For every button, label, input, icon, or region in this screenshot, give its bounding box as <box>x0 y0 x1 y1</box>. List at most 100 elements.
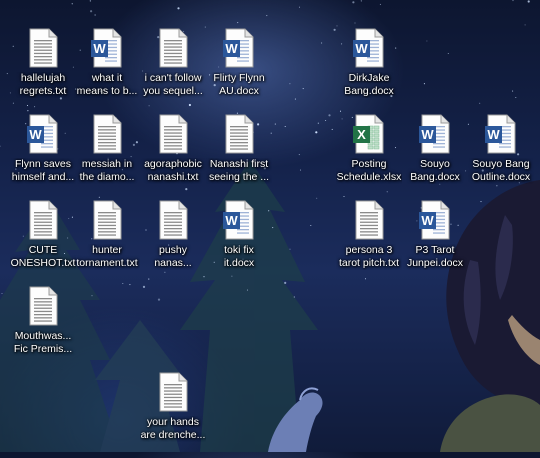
star <box>354 22 356 24</box>
desktop-icon-txt[interactable]: CUTE ONESHOT.txt <box>10 198 76 286</box>
desktop-icon-docx[interactable]: W Souyo Bang.docx <box>402 112 468 200</box>
star <box>515 96 517 99</box>
desktop-icon-label: your hands are drenche... <box>140 416 206 441</box>
text-file-icon <box>223 114 255 154</box>
star <box>331 128 333 130</box>
star <box>321 42 323 44</box>
star <box>157 298 161 301</box>
desktop-icon-label: hunter tornament.txt <box>76 244 138 269</box>
desktop-icon-label: Souyo Bang Outline.docx <box>471 158 531 183</box>
desktop-icon-txt[interactable]: pushy nanas... <box>140 198 206 286</box>
desktop-icon-docx[interactable]: W P3 Tarot Junpei.docx <box>402 198 468 286</box>
desktop-icon-label: hallelujah regrets.txt <box>19 72 67 97</box>
desktop-icon-txt[interactable]: Nanashi first seeing the ... <box>206 112 272 200</box>
desktop-icon-txt[interactable]: Mouthwas... Fic Premis... <box>10 284 76 372</box>
desktop-icon-txt[interactable]: persona 3 tarot pitch.txt <box>336 198 402 286</box>
text-file-icon <box>91 114 123 154</box>
star <box>293 296 295 298</box>
desktop-icon-txt[interactable]: hunter tornament.txt <box>74 198 140 286</box>
desktop-icon-txt[interactable]: hallelujah regrets.txt <box>10 26 76 114</box>
star <box>302 88 304 90</box>
word-document-icon: W <box>353 28 385 68</box>
star <box>272 227 274 229</box>
word-document-icon: W <box>419 114 451 154</box>
desktop-icon-label: Mouthwas... Fic Premis... <box>13 330 73 355</box>
star <box>298 6 301 8</box>
svg-text:W: W <box>225 41 238 56</box>
text-file-icon <box>91 200 123 240</box>
star <box>91 295 93 297</box>
desktop-icon-label: Flirty Flynn AU.docx <box>213 72 265 97</box>
star <box>1 292 3 295</box>
svg-text:W: W <box>225 213 238 228</box>
svg-text:W: W <box>355 41 368 56</box>
desktop-icon-docx[interactable]: W DirkJake Bang.docx <box>336 26 402 114</box>
star <box>289 83 291 85</box>
star <box>90 10 93 13</box>
star <box>512 0 514 2</box>
star <box>315 131 318 134</box>
text-file-icon <box>27 200 59 240</box>
desktop-icon-label: Flynn saves himself and... <box>11 158 75 183</box>
star <box>317 122 319 124</box>
word-document-icon: W <box>419 200 451 240</box>
star <box>246 289 249 291</box>
text-file-icon <box>353 200 385 240</box>
star <box>284 281 287 284</box>
svg-text:X: X <box>357 127 366 142</box>
desktop-icon-label: Nanashi first seeing the ... <box>208 158 270 183</box>
star <box>284 125 286 128</box>
desktop-icon-label: what it means to b... <box>76 72 138 97</box>
star <box>6 73 8 75</box>
word-document-icon: W <box>27 114 59 154</box>
star <box>423 83 425 85</box>
desktop-icon-txt[interactable]: your hands are drenche... <box>140 370 206 458</box>
text-file-icon <box>157 372 189 412</box>
star <box>266 15 268 17</box>
star <box>360 0 362 2</box>
star <box>527 0 530 3</box>
star <box>71 3 73 5</box>
star <box>294 98 296 100</box>
text-file-icon <box>157 114 189 154</box>
desktop-icon-label: i can't follow you sequel... <box>143 72 203 97</box>
svg-text:W: W <box>487 127 500 142</box>
desktop-icon-txt[interactable]: agoraphobic nanashi.txt <box>140 112 206 200</box>
star <box>325 119 327 122</box>
star <box>177 7 180 10</box>
star <box>237 22 239 24</box>
desktop-icon-label: Posting Schedule.xlsx <box>336 158 402 183</box>
star <box>0 145 1 147</box>
star <box>299 169 302 171</box>
desktop-icon-txt[interactable]: messiah in the diamo... <box>74 112 140 200</box>
star <box>352 1 355 4</box>
desktop-icon-docx[interactable]: W Souyo Bang Outline.docx <box>468 112 534 200</box>
star <box>94 14 96 16</box>
word-document-icon: W <box>485 114 517 154</box>
star <box>479 102 481 104</box>
desktop-icon-docx[interactable]: Wwhat it means to b... <box>74 26 140 114</box>
desktop-icon-label: agoraphobic nanashi.txt <box>144 158 202 183</box>
desktop-icon-docx[interactable]: W Flynn saves himself and... <box>10 112 76 200</box>
desktop-icon-xlsx[interactable]: X Posting Schedule.xlsx <box>336 112 402 200</box>
desktop-icon-docx[interactable]: W Flirty Flynn AU.docx <box>206 26 272 114</box>
svg-text:W: W <box>421 127 434 142</box>
desktop-icon-label: messiah in the diamo... <box>79 158 135 183</box>
star <box>379 3 381 5</box>
desktop-icon-docx[interactable]: Wtoki fix it.docx <box>206 198 272 286</box>
star <box>316 197 318 199</box>
star <box>512 90 514 92</box>
star <box>274 123 276 125</box>
svg-text:W: W <box>93 41 106 56</box>
text-file-icon <box>157 28 189 68</box>
svg-text:W: W <box>421 213 434 228</box>
star <box>298 154 300 156</box>
desktop-icon-label: CUTE ONESHOT.txt <box>10 244 76 269</box>
desktop-icon-txt[interactable]: i can't follow you sequel... <box>140 26 206 114</box>
star <box>310 224 312 227</box>
star <box>426 40 428 42</box>
desktop-icon-label: toki fix it.docx <box>223 244 255 269</box>
text-file-icon <box>27 286 59 326</box>
star <box>89 0 91 2</box>
desktop-icon-label: persona 3 tarot pitch.txt <box>338 244 400 269</box>
